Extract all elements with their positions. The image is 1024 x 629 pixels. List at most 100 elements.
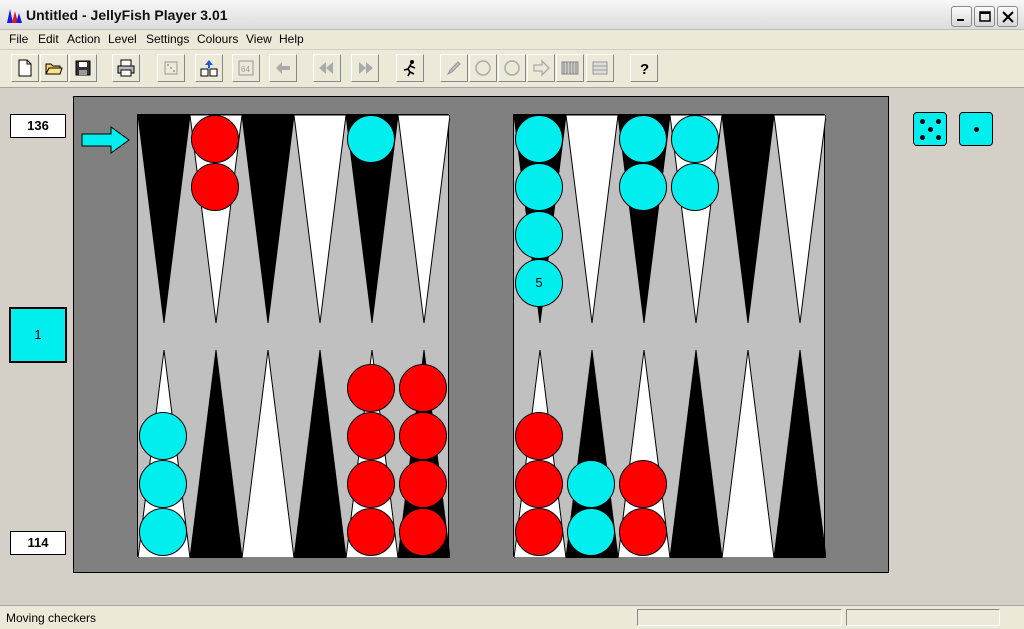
minimize-button[interactable] [951, 6, 972, 27]
die-pip [920, 135, 925, 140]
open-folder-icon [45, 63, 63, 75]
edit-board-button[interactable] [556, 54, 584, 82]
checker-red[interactable] [399, 412, 447, 460]
checker-red[interactable] [619, 460, 667, 508]
die-pip [928, 127, 933, 132]
checker-cyan[interactable] [619, 115, 667, 163]
play-button[interactable] [396, 54, 424, 82]
help-icon: ? [640, 61, 649, 77]
running-man-icon [403, 60, 416, 77]
checker-cyan[interactable] [515, 163, 563, 211]
rewind-icon [319, 62, 333, 74]
fast-forward-button[interactable] [351, 54, 379, 82]
undo-button[interactable] [269, 54, 297, 82]
grid-board-button[interactable] [586, 54, 614, 82]
status-pane-1 [637, 609, 842, 626]
checker-red[interactable] [399, 460, 447, 508]
status-text: Moving checkers [6, 611, 97, 625]
window-title: Untitled - JellyFish Player 3.01 [26, 7, 228, 23]
menu-level[interactable]: Level [108, 32, 137, 46]
print-button[interactable] [112, 54, 140, 82]
menu-view[interactable]: View [246, 32, 272, 46]
cube-64-icon: 64 [238, 60, 254, 76]
checker-cyan[interactable] [567, 460, 615, 508]
svg-text:?: ? [640, 61, 649, 77]
circle-button-1[interactable] [469, 54, 497, 82]
undo-arrow-icon [276, 62, 290, 74]
next-button[interactable] [527, 54, 555, 82]
checker-cyan[interactable] [619, 163, 667, 211]
edit-board-icon [561, 61, 579, 75]
checker-red[interactable] [347, 508, 395, 556]
rewind-button[interactable] [313, 54, 341, 82]
checker-cyan[interactable] [671, 115, 719, 163]
close-icon [1002, 11, 1014, 23]
die-pip [974, 127, 979, 132]
grid-board-icon [592, 61, 608, 75]
die-five[interactable] [913, 112, 947, 146]
circle-button-2[interactable] [498, 54, 526, 82]
empty-circle-icon [504, 60, 520, 76]
title-bar: Untitled - JellyFish Player 3.01 [0, 0, 1024, 30]
bottom-score-box: 114 [10, 531, 66, 555]
maximize-button[interactable] [974, 6, 995, 27]
jellyfish-app-icon [7, 9, 22, 23]
checker-red[interactable] [515, 508, 563, 556]
top-score-box: 136 [10, 114, 66, 138]
checker-cyan[interactable] [139, 460, 187, 508]
print-icon [117, 59, 135, 77]
roll-dice-icon [164, 61, 178, 75]
die-one[interactable] [959, 112, 993, 146]
minimize-icon [957, 19, 964, 21]
svg-text:64: 64 [241, 65, 250, 74]
empty-circle-icon [475, 60, 491, 76]
close-button[interactable] [997, 6, 1018, 27]
pencil-button[interactable] [440, 54, 468, 82]
save-button[interactable] [69, 54, 97, 82]
checker-red[interactable] [515, 460, 563, 508]
next-arrow-icon [533, 59, 550, 77]
roll-dice-button[interactable] [157, 54, 185, 82]
checker-red[interactable] [515, 412, 563, 460]
menu-settings[interactable]: Settings [146, 32, 189, 46]
maximize-icon [979, 11, 991, 22]
turn-arrow-icon [81, 126, 130, 154]
die-pip [920, 119, 925, 124]
checker-cyan[interactable] [139, 508, 187, 556]
pencil-icon [446, 61, 461, 76]
menu-action[interactable]: Action [67, 32, 100, 46]
checker-red[interactable] [347, 412, 395, 460]
menu-edit[interactable]: Edit [38, 32, 59, 46]
help-button[interactable]: ? [630, 54, 658, 82]
checker-red[interactable] [399, 508, 447, 556]
checker-cyan[interactable] [671, 163, 719, 211]
new-button[interactable] [11, 54, 39, 82]
status-bar: Moving checkers [0, 605, 1024, 629]
die-pip [936, 135, 941, 140]
checker-red[interactable] [619, 508, 667, 556]
checker-cyan[interactable] [139, 412, 187, 460]
checker-red[interactable] [399, 364, 447, 412]
checker-red[interactable] [347, 460, 395, 508]
toolbar: 64 ? [0, 50, 1024, 88]
setup-position-button[interactable] [195, 54, 223, 82]
status-pane-2 [846, 609, 1000, 626]
open-button[interactable] [40, 54, 68, 82]
checker-cyan[interactable] [347, 115, 395, 163]
checker-cyan-stack-count[interactable]: 5 [515, 259, 563, 307]
checker-red[interactable] [191, 115, 239, 163]
checker-red[interactable] [191, 163, 239, 211]
menu-bar: File Edit Action Level Settings Colours … [0, 30, 1024, 50]
checker-red[interactable] [347, 364, 395, 412]
cube-button[interactable]: 64 [232, 54, 260, 82]
menu-help[interactable]: Help [279, 32, 304, 46]
save-icon [75, 60, 91, 76]
checker-cyan[interactable] [515, 211, 563, 259]
doubling-cube[interactable]: 1 [9, 307, 67, 363]
setup-position-icon [200, 60, 218, 77]
new-file-icon [18, 59, 32, 77]
menu-file[interactable]: File [9, 32, 28, 46]
checker-cyan[interactable] [515, 115, 563, 163]
menu-colours[interactable]: Colours [197, 32, 238, 46]
checker-cyan[interactable] [567, 508, 615, 556]
